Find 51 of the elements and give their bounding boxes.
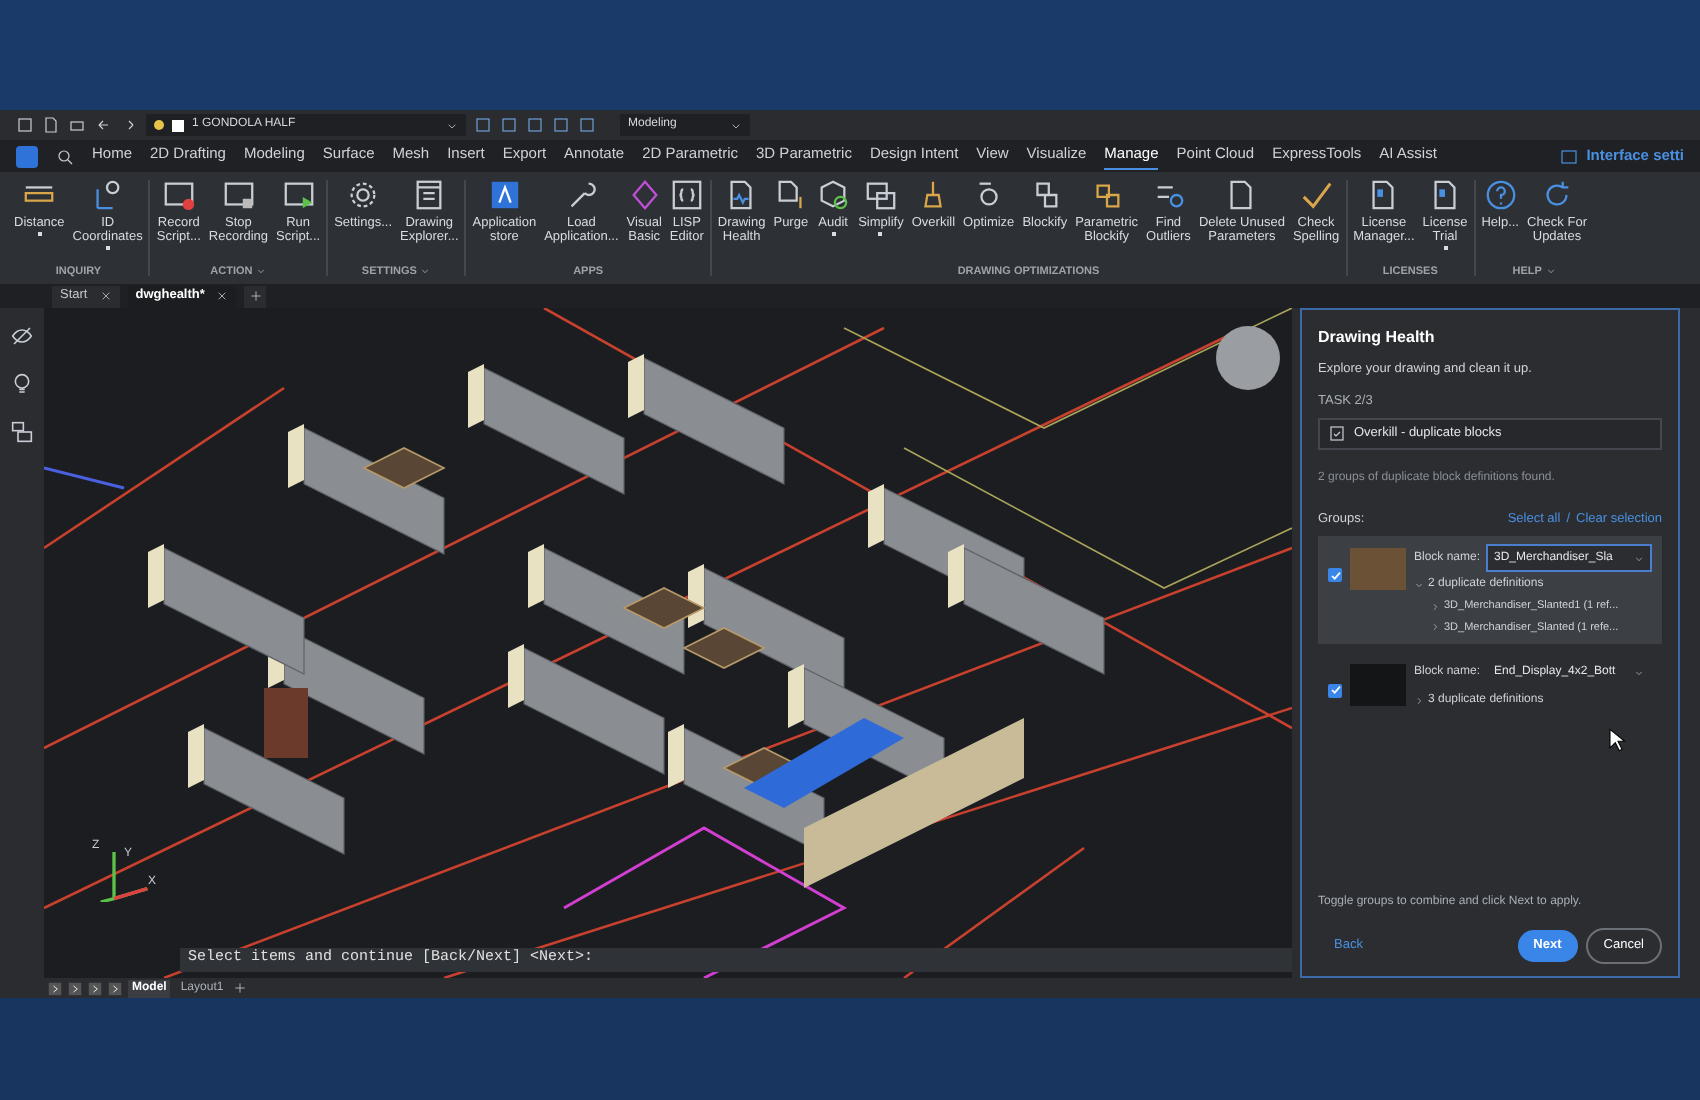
document-icon <box>773 178 808 212</box>
mouse-pointer-icon <box>1606 726 1630 754</box>
cube-icon <box>816 178 851 212</box>
chevron-down-icon <box>1545 266 1556 277</box>
chevron-down-icon <box>1634 553 1644 564</box>
search-icon <box>56 147 74 165</box>
checkmark-icon <box>1329 569 1341 582</box>
block-thumbnail <box>1350 663 1406 706</box>
new-tab-button[interactable] <box>244 285 267 307</box>
clipboard-check-icon <box>1328 424 1346 442</box>
close-icon <box>216 290 229 302</box>
panel-title: Drawing Health <box>1318 326 1437 350</box>
checkmark-icon <box>1329 684 1341 697</box>
braces-icon <box>669 178 704 212</box>
undo-icon <box>94 116 112 134</box>
coordinates-icon <box>90 178 125 212</box>
terminal-icon <box>161 178 196 212</box>
viewcube-disc <box>1216 326 1280 390</box>
next-page-icon <box>88 981 102 995</box>
terminal-icon <box>281 178 316 212</box>
plus-icon <box>233 982 246 994</box>
diamond-icon <box>627 178 662 212</box>
previous-page-icon <box>68 981 82 995</box>
window-icon <box>412 178 447 212</box>
plus-icon <box>249 290 262 302</box>
app-store-icon <box>487 178 522 212</box>
document-icon <box>1428 178 1462 212</box>
windows-icon <box>863 178 898 212</box>
help-icon <box>1483 178 1518 212</box>
terminal-icon <box>221 178 256 212</box>
eye-slash-icon <box>10 324 34 348</box>
chevron-down-icon <box>256 266 267 277</box>
last-page-icon <box>108 981 122 995</box>
first-page-icon <box>48 981 62 995</box>
lightbulb-icon <box>10 372 34 396</box>
document-icon <box>42 116 60 134</box>
chevron-down-icon <box>446 119 458 131</box>
close-icon <box>99 290 112 302</box>
checkbox[interactable] <box>1328 683 1342 698</box>
chevron-down-icon <box>730 119 742 131</box>
chevron-down-icon <box>420 266 431 277</box>
app-logo-button[interactable] <box>16 145 38 167</box>
block-thumbnail <box>1350 548 1406 591</box>
window-icon <box>1560 147 1579 165</box>
layers-icon <box>10 420 34 444</box>
check-icon <box>1299 178 1333 212</box>
grid-icon <box>16 116 34 134</box>
chevron-down-icon <box>1634 668 1644 679</box>
color-swatch-icon <box>172 119 184 131</box>
bulb-icon <box>154 120 164 130</box>
checkbox[interactable] <box>1328 568 1342 583</box>
